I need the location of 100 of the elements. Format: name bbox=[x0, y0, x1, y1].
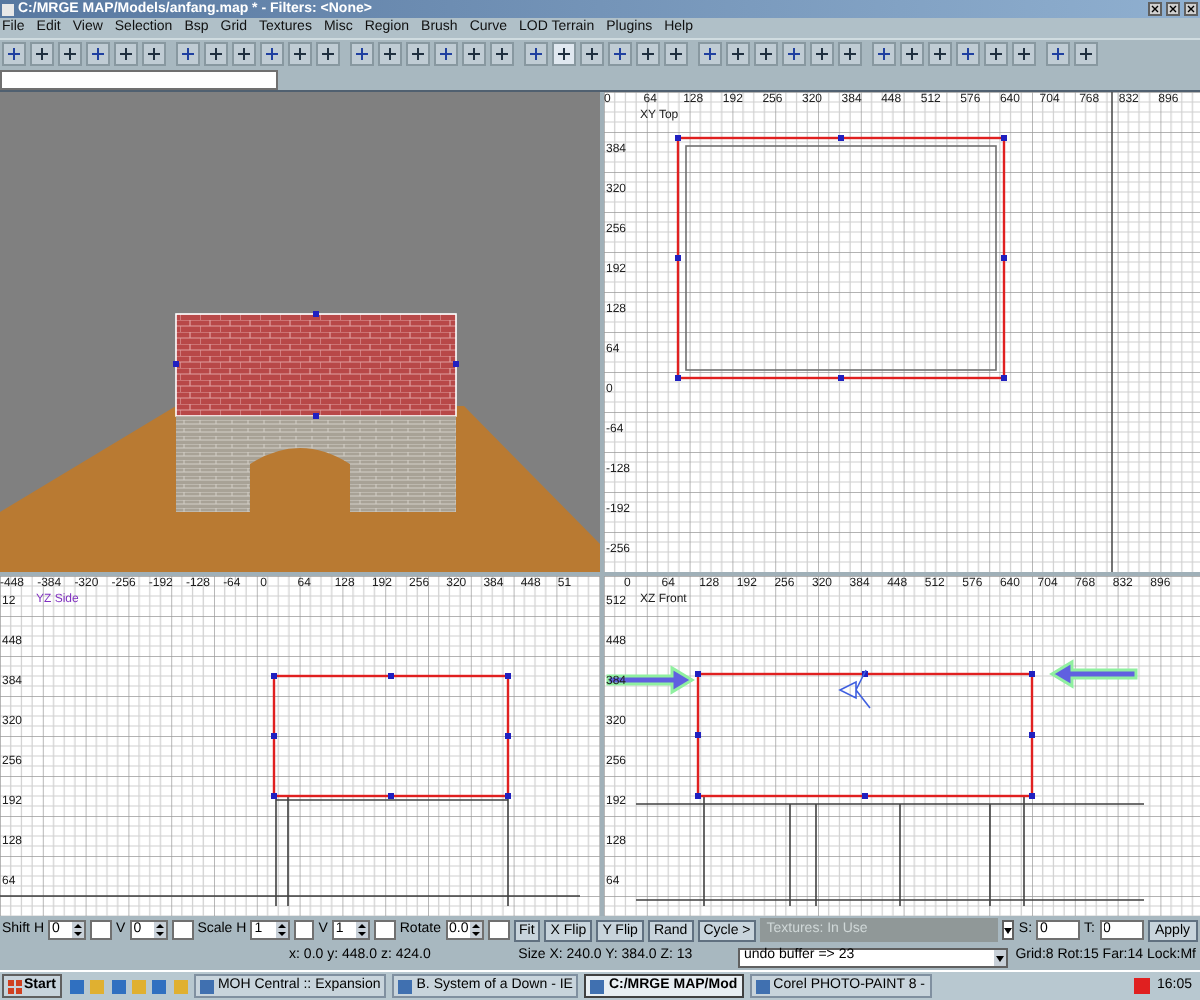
toolbar-button[interactable] bbox=[956, 42, 980, 66]
brush-handle[interactable] bbox=[695, 793, 701, 799]
brush-handle[interactable] bbox=[1029, 732, 1035, 738]
tool-icon bbox=[146, 46, 162, 62]
light-entity-icon[interactable] bbox=[839, 669, 871, 709]
brush-handle[interactable] bbox=[505, 793, 511, 799]
tool-icon bbox=[904, 46, 920, 62]
toolbar-button[interactable] bbox=[1012, 42, 1036, 66]
toolbar-button[interactable] bbox=[316, 42, 340, 66]
spinner-arrows-icon[interactable] bbox=[469, 922, 482, 938]
tool-icon bbox=[466, 46, 482, 62]
caret-icon bbox=[993, 949, 1006, 965]
toolbar-button[interactable] bbox=[406, 42, 430, 66]
toolbar-button[interactable] bbox=[1046, 42, 1070, 66]
toolbar-button[interactable] bbox=[984, 42, 1008, 66]
toolbar-button[interactable] bbox=[30, 42, 54, 66]
input-field[interactable] bbox=[172, 920, 194, 940]
toolbar-button[interactable] bbox=[2, 42, 26, 66]
tool-icon bbox=[730, 46, 746, 62]
spinner-arrows-icon[interactable] bbox=[72, 922, 85, 938]
spinner-arrows-icon[interactable] bbox=[356, 922, 369, 938]
toolbar-button[interactable] bbox=[288, 42, 312, 66]
dropdown-button[interactable] bbox=[1001, 920, 1015, 940]
tool-icon bbox=[556, 46, 572, 62]
toolbar-button[interactable] bbox=[698, 42, 722, 66]
toolbar-button[interactable] bbox=[176, 42, 200, 66]
toolbar-button[interactable] bbox=[524, 42, 548, 66]
brush-handle[interactable] bbox=[862, 671, 868, 677]
input-field[interactable] bbox=[90, 920, 113, 940]
tool-icon bbox=[814, 46, 830, 62]
toolbar-button[interactable] bbox=[810, 42, 834, 66]
toolbar-button[interactable] bbox=[838, 42, 862, 66]
brush-outline[interactable] bbox=[696, 672, 1034, 798]
tool-icon bbox=[354, 46, 370, 62]
brush-outline[interactable] bbox=[272, 674, 510, 798]
tool-icon bbox=[988, 46, 1004, 62]
brush-handle[interactable] bbox=[675, 375, 681, 381]
brush-handle[interactable] bbox=[675, 255, 681, 261]
toolbar-button[interactable] bbox=[900, 42, 924, 66]
brush-handle[interactable] bbox=[1029, 671, 1035, 677]
brush-handle[interactable] bbox=[695, 671, 701, 677]
toolbar-button[interactable] bbox=[552, 42, 576, 66]
toolbar-button[interactable] bbox=[636, 42, 660, 66]
toolbar-button[interactable] bbox=[86, 42, 110, 66]
tool-icon bbox=[264, 46, 280, 62]
toolbar-button[interactable] bbox=[204, 42, 228, 66]
toolbar-button[interactable] bbox=[434, 42, 458, 66]
brush-handle[interactable] bbox=[505, 733, 511, 739]
spinner-arrows-icon[interactable] bbox=[275, 922, 288, 938]
toolbar-button[interactable] bbox=[260, 42, 284, 66]
toolbar-button[interactable] bbox=[580, 42, 604, 66]
tool-icon bbox=[292, 46, 308, 62]
input-field[interactable] bbox=[374, 920, 396, 940]
brush-handle[interactable] bbox=[271, 793, 277, 799]
toolbar-button[interactable] bbox=[378, 42, 402, 66]
tool-icon bbox=[842, 46, 858, 62]
toolbar-button[interactable] bbox=[58, 42, 82, 66]
input-field[interactable] bbox=[487, 920, 509, 940]
toolbar-button[interactable] bbox=[114, 42, 138, 66]
wall-drawing[interactable] bbox=[173, 311, 459, 512]
toolbar-button[interactable] bbox=[462, 42, 486, 66]
toolbar-button[interactable] bbox=[490, 42, 514, 66]
tool-icon bbox=[612, 46, 628, 62]
brush-handle[interactable] bbox=[388, 793, 394, 799]
tool-icon bbox=[410, 46, 426, 62]
brush-handle[interactable] bbox=[271, 673, 277, 679]
brush-handle[interactable] bbox=[1029, 793, 1035, 799]
close-button[interactable] bbox=[1184, 2, 1198, 16]
brush-handle[interactable] bbox=[388, 673, 394, 679]
tray-icon[interactable] bbox=[1134, 978, 1151, 994]
brush-handle[interactable] bbox=[695, 732, 701, 738]
tool-icon bbox=[758, 46, 774, 62]
brush-handle[interactable] bbox=[838, 375, 844, 381]
toolbar-button[interactable] bbox=[232, 42, 256, 66]
toolbar-button[interactable] bbox=[664, 42, 688, 66]
window-icon bbox=[199, 979, 214, 993]
toolbar-button[interactable] bbox=[726, 42, 750, 66]
command-field[interactable] bbox=[0, 69, 278, 89]
brush-handle[interactable] bbox=[675, 135, 681, 141]
tool-icon bbox=[62, 46, 78, 62]
camera-view[interactable] bbox=[0, 92, 600, 572]
brush-handle[interactable] bbox=[271, 733, 277, 739]
brush-handle[interactable] bbox=[1001, 135, 1007, 141]
toolbar-button[interactable] bbox=[872, 42, 896, 66]
brush-handle[interactable] bbox=[1001, 255, 1007, 261]
toolbar-button[interactable] bbox=[350, 42, 374, 66]
tool-icon bbox=[236, 46, 252, 62]
brush-handle[interactable] bbox=[505, 673, 511, 679]
brush-handle[interactable] bbox=[838, 135, 844, 141]
brush-handle[interactable] bbox=[1001, 375, 1007, 381]
input-field[interactable] bbox=[293, 920, 315, 940]
toolbar-button[interactable] bbox=[1074, 42, 1098, 66]
toolbar-button[interactable] bbox=[782, 42, 806, 66]
tool-icon bbox=[876, 46, 892, 62]
brush-handle[interactable] bbox=[862, 793, 868, 799]
spinner-arrows-icon[interactable] bbox=[154, 922, 167, 938]
toolbar-button[interactable] bbox=[754, 42, 778, 66]
toolbar-button[interactable] bbox=[608, 42, 632, 66]
toolbar-button[interactable] bbox=[928, 42, 952, 66]
toolbar-button[interactable] bbox=[142, 42, 166, 66]
